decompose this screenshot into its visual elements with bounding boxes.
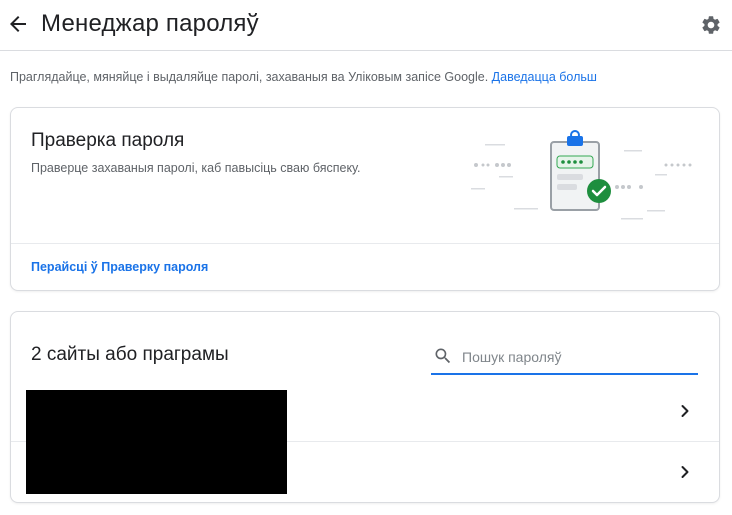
arrow-left-icon[interactable] <box>6 12 30 36</box>
intro-text: Праглядайце, мяняйце і выдаляйце паролі,… <box>10 70 489 84</box>
gear-icon[interactable] <box>700 14 722 36</box>
password-check-subtitle: Праверце захаваныя паролі, каб павысіць … <box>31 161 361 175</box>
redacted-site-names <box>26 390 287 494</box>
password-check-title: Праверка пароля <box>31 130 185 151</box>
saved-passwords-title: 2 сайты або праграмы <box>31 344 229 365</box>
go-to-password-check-link[interactable]: Перайсці ў Праверку пароля <box>31 260 208 274</box>
clipboard-check-illustration <box>471 130 692 220</box>
password-search <box>431 340 698 375</box>
card-divider <box>11 243 719 244</box>
chevron-right-icon <box>681 466 689 478</box>
search-icon <box>435 348 451 364</box>
page-title: Менеджар пароляў <box>41 10 259 37</box>
top-app-bar: Менеджар пароляў <box>0 0 732 51</box>
learn-more-link[interactable]: Даведацца больш <box>492 70 597 84</box>
password-check-card: Праверка пароля Праверце захаваныя парол… <box>10 107 720 291</box>
intro-description: Праглядайце, мяняйце і выдаляйце паролі,… <box>10 70 597 84</box>
search-input[interactable] <box>460 342 694 372</box>
chevron-right-icon <box>681 405 689 417</box>
